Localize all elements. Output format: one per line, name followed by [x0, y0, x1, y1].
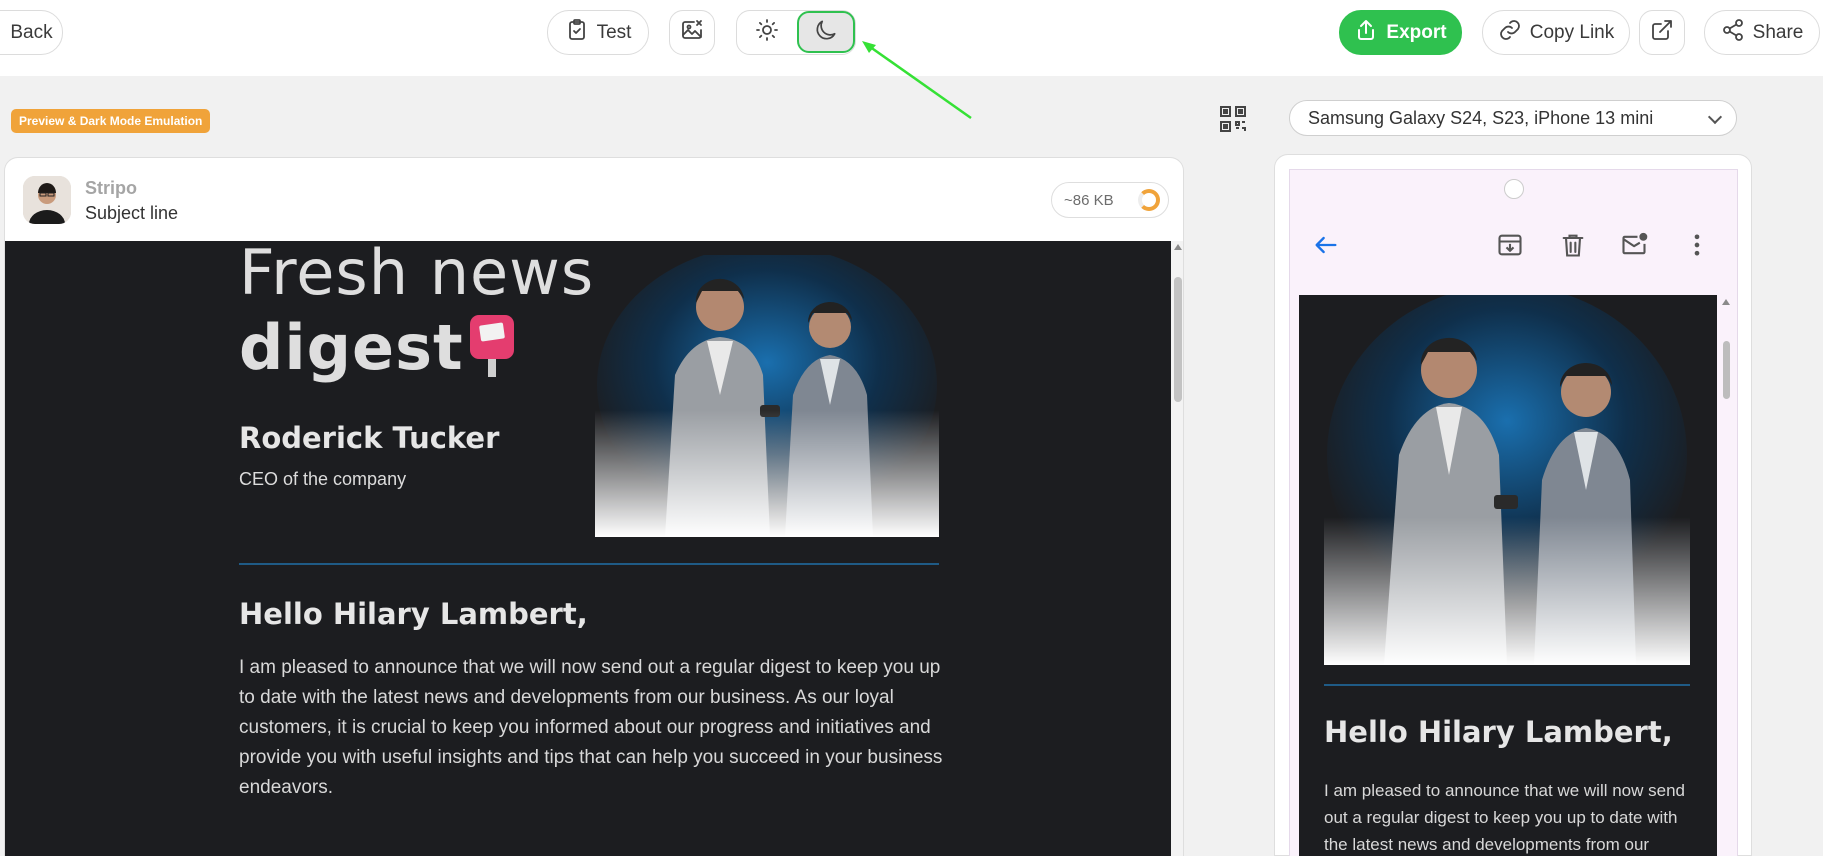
- scrollbar-thumb[interactable]: [1174, 277, 1182, 402]
- mobile-greeting: Hello Hilary Lambert,: [1324, 715, 1673, 749]
- external-link-icon: [1650, 18, 1674, 48]
- export-button[interactable]: Export: [1339, 10, 1462, 55]
- share-label: Share: [1752, 21, 1804, 43]
- desktop-preview: Stripo Subject line ~86 KB Fresh news di…: [4, 157, 1184, 856]
- sun-icon: [755, 18, 779, 47]
- light-mode-button[interactable]: [737, 11, 797, 53]
- desktop-scrollbar[interactable]: [1171, 241, 1183, 856]
- mobile-scrollbar[interactable]: [1717, 295, 1737, 856]
- copy-link-label: Copy Link: [1529, 21, 1615, 43]
- export-label: Export: [1386, 21, 1447, 43]
- image-off-icon: [680, 18, 704, 48]
- open-in-new-tab-button[interactable]: [1639, 10, 1685, 55]
- greeting: Hello Hilary Lambert,: [239, 597, 588, 631]
- back-button[interactable]: Back: [0, 10, 63, 55]
- mobile-content-divider: [1324, 684, 1690, 686]
- moon-icon: [813, 17, 839, 48]
- device-select[interactable]: Samsung Galaxy S24, S23, iPhone 13 mini: [1289, 100, 1737, 136]
- chevron-down-icon: [1707, 109, 1723, 125]
- clipboard-check-icon: [565, 18, 589, 48]
- ceo-role: CEO of the company: [239, 469, 407, 489]
- back-label: Back: [10, 21, 53, 43]
- ceo-name: Roderick Tucker: [239, 421, 500, 455]
- dark-mode-button[interactable]: [797, 11, 855, 53]
- test-label: Test: [596, 21, 632, 43]
- qr-code-icon[interactable]: [1219, 105, 1247, 133]
- test-button[interactable]: Test: [547, 10, 649, 55]
- scroll-up-arrow[interactable]: [1174, 244, 1182, 250]
- mobile-hero-image: [1324, 295, 1690, 665]
- share-button[interactable]: Share: [1704, 10, 1820, 55]
- annotation-arrow: [862, 41, 972, 120]
- email-size-indicator: ~86 KB: [1051, 182, 1169, 218]
- mobile-scrollbar-thumb[interactable]: [1723, 341, 1730, 399]
- size-ring-icon: [1138, 189, 1160, 211]
- share-icon: [1721, 18, 1745, 48]
- subject-line: Subject line: [85, 203, 179, 223]
- mobile-email-content: Hello Hilary Lambert, I am pleased to an…: [1299, 295, 1717, 856]
- sender-header: Stripo Subject line ~86 KB: [5, 158, 1183, 240]
- device-select-value: Samsung Galaxy S24, S23, iPhone 13 mini: [1308, 107, 1654, 128]
- mobile-preview: Hello Hilary Lambert, I am pleased to an…: [1274, 154, 1752, 856]
- headline-line2: digest: [239, 311, 464, 384]
- camera-notch: [1504, 179, 1524, 199]
- phone-screen: Hello Hilary Lambert, I am pleased to an…: [1289, 169, 1738, 856]
- upload-icon: [1354, 18, 1378, 48]
- email-size: ~86 KB: [1064, 191, 1114, 209]
- link-icon: [1498, 18, 1522, 48]
- headline-line1: Fresh news: [239, 241, 595, 309]
- images-off-button[interactable]: [669, 10, 715, 55]
- preview-mode-badge: Preview & Dark Mode Emulation: [11, 109, 211, 133]
- email-content-dark: Fresh news digest Roderick Tucker CEO of…: [5, 241, 1171, 856]
- pin-icon: [470, 315, 514, 377]
- sender-name: Stripo: [85, 178, 137, 198]
- mobile-email-body-text: I am pleased to announce that we will no…: [1324, 781, 1686, 854]
- content-divider: [239, 563, 939, 565]
- email-body-text: I am pleased to announce that we will no…: [239, 657, 943, 798]
- hero-image: [595, 255, 939, 537]
- copy-link-button[interactable]: Copy Link: [1482, 10, 1630, 55]
- color-mode-toggle: [736, 10, 856, 55]
- mobile-scroll-up-arrow[interactable]: [1722, 299, 1730, 305]
- avatar: [23, 176, 71, 224]
